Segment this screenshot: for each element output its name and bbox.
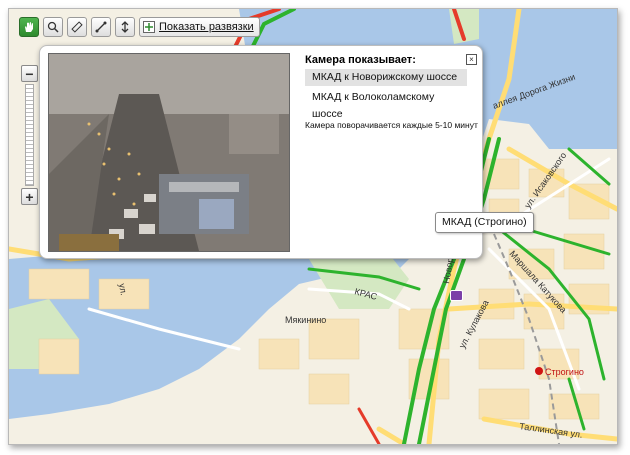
zoom-slider-track[interactable] bbox=[25, 84, 34, 186]
camera-tooltip: МКАД (Строгино) bbox=[435, 212, 534, 233]
close-icon[interactable]: × bbox=[466, 54, 477, 65]
camera-image bbox=[48, 53, 290, 252]
rotation-note: Камера поворачивается каждые 5-10 минут bbox=[305, 120, 478, 130]
map-toolbar: Показать развязки bbox=[19, 17, 260, 37]
camera-marker-icon[interactable] bbox=[450, 290, 463, 301]
hand-tool-button[interactable] bbox=[19, 17, 39, 37]
popup-title: Камера показывает: bbox=[305, 54, 416, 66]
traffic-tool-button[interactable] bbox=[115, 17, 135, 37]
magnifier-icon bbox=[47, 21, 59, 33]
route-icon bbox=[95, 21, 107, 33]
hand-icon bbox=[25, 22, 33, 32]
zoom-control: − + bbox=[21, 65, 38, 205]
ruler-icon bbox=[71, 21, 83, 33]
show-junctions-button[interactable]: Показать развязки bbox=[139, 17, 260, 37]
label-strogino-station: Строгино bbox=[545, 367, 584, 377]
show-junctions-label: Показать развязки bbox=[159, 21, 254, 33]
traffic-icon bbox=[121, 21, 129, 33]
direction-volokolamskoe[interactable]: МКАД к Волоколамскому шоссе bbox=[305, 89, 467, 120]
label-ul-left: ул. bbox=[117, 283, 129, 297]
direction-novorizhskoe[interactable]: МКАД к Новорижскому шоссе bbox=[305, 69, 467, 86]
zoom-in-button[interactable]: + bbox=[21, 188, 38, 205]
zoom-out-button[interactable]: − bbox=[21, 65, 38, 82]
junction-icon bbox=[143, 21, 155, 33]
route-tool-button[interactable] bbox=[91, 17, 111, 37]
camera-snapshot bbox=[49, 54, 289, 251]
label-myakinino: Мякинино bbox=[285, 315, 326, 325]
magnifier-tool-button[interactable] bbox=[43, 17, 63, 37]
map-frame: Мякинино Строгино ул. Исаковского Маршал… bbox=[8, 8, 618, 445]
camera-popup: Камера показывает: × МКАД к Новорижскому… bbox=[39, 45, 483, 259]
ruler-tool-button[interactable] bbox=[67, 17, 87, 37]
